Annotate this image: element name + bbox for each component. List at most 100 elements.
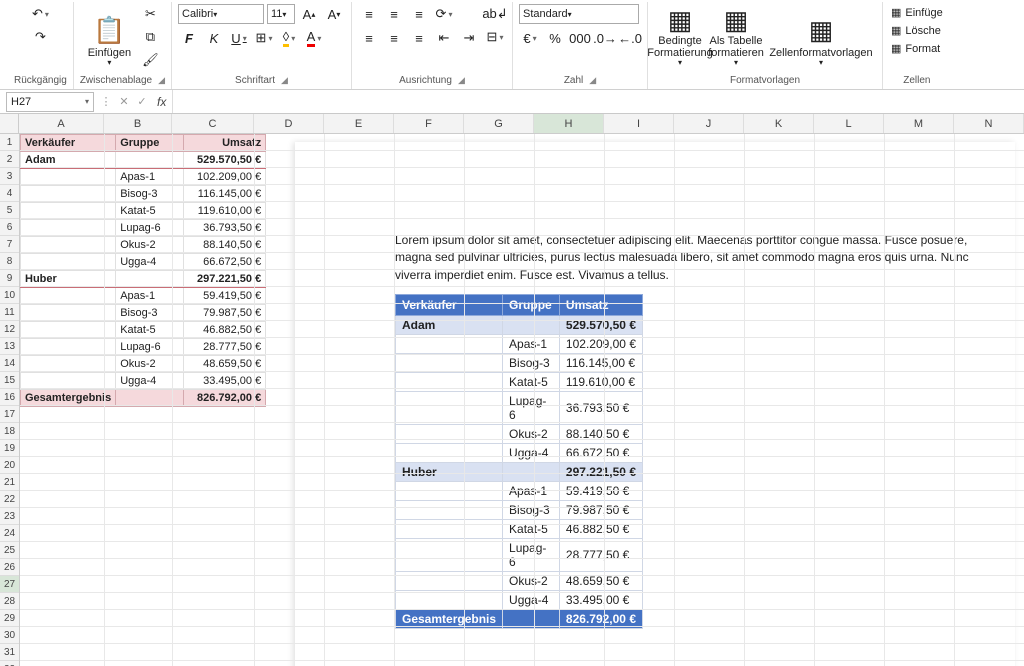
- merge-button[interactable]: ⊟: [484, 27, 506, 47]
- row-header-5[interactable]: 5: [0, 202, 19, 219]
- currency-button[interactable]: €: [519, 28, 541, 48]
- formula-more-button[interactable]: ⋮: [97, 95, 115, 108]
- delete-cells-button[interactable]: ▦Lösche: [889, 22, 945, 39]
- align-dialog-launcher-icon[interactable]: ◢: [458, 75, 465, 86]
- column-header-A[interactable]: A: [19, 114, 104, 133]
- row-header-28[interactable]: 28: [0, 593, 19, 610]
- cells-canvas[interactable]: VerkäuferGruppeUmsatzAdam529.570,50 €Apa…: [20, 134, 1024, 666]
- row-header-21[interactable]: 21: [0, 474, 19, 491]
- font-color-button[interactable]: A: [303, 28, 325, 48]
- undo-button[interactable]: ↶: [29, 4, 51, 24]
- row-header-30[interactable]: 30: [0, 627, 19, 644]
- format-as-table-button[interactable]: ▦ Als Tabelle formatieren▾: [710, 4, 762, 70]
- insert-cells-button[interactable]: ▦Einfüge: [889, 4, 945, 21]
- align-bottom-button[interactable]: ≡: [408, 4, 430, 24]
- percent-button[interactable]: %: [544, 28, 566, 48]
- row-header-25[interactable]: 25: [0, 542, 19, 559]
- row-header-10[interactable]: 10: [0, 287, 19, 304]
- column-header-D[interactable]: D: [254, 114, 324, 133]
- format-cells-button[interactable]: ▦Format: [889, 40, 945, 57]
- fx-icon[interactable]: fx: [151, 95, 172, 109]
- row-header-6[interactable]: 6: [0, 219, 19, 236]
- column-header-C[interactable]: C: [172, 114, 254, 133]
- row-header-18[interactable]: 18: [0, 423, 19, 440]
- column-header-B[interactable]: B: [104, 114, 172, 133]
- row-header-17[interactable]: 17: [0, 406, 19, 423]
- font-size-select[interactable]: 11▾: [267, 4, 295, 24]
- align-right-button[interactable]: ≡: [408, 28, 430, 48]
- column-header-F[interactable]: F: [394, 114, 464, 133]
- column-header-E[interactable]: E: [324, 114, 394, 133]
- row-header-8[interactable]: 8: [0, 253, 19, 270]
- underline-button[interactable]: U: [228, 28, 250, 48]
- redo-button[interactable]: ↷: [29, 27, 51, 47]
- cut-button[interactable]: ✂: [139, 4, 161, 24]
- number-format-select[interactable]: Standard▾: [519, 4, 639, 24]
- row-header-2[interactable]: 2: [0, 151, 19, 168]
- cancel-formula-button[interactable]: ✕: [115, 95, 133, 108]
- number-dialog-launcher-icon[interactable]: ◢: [589, 75, 596, 86]
- name-box[interactable]: H27▾: [6, 92, 94, 112]
- select-all-corner[interactable]: [0, 114, 19, 133]
- italic-button[interactable]: K: [203, 28, 225, 48]
- thousands-button[interactable]: 000: [569, 28, 591, 48]
- row-header-23[interactable]: 23: [0, 508, 19, 525]
- grid-area: ABCDEFGHIJKLMN 1234567891011121314151617…: [0, 114, 1024, 666]
- row-header-13[interactable]: 13: [0, 338, 19, 355]
- row-header-7[interactable]: 7: [0, 236, 19, 253]
- confirm-formula-button[interactable]: ✓: [133, 95, 151, 108]
- row-header-9[interactable]: 9: [0, 270, 19, 287]
- row-header-14[interactable]: 14: [0, 355, 19, 372]
- column-header-I[interactable]: I: [604, 114, 674, 133]
- formula-input[interactable]: [172, 90, 1024, 113]
- copy-button[interactable]: ⧉: [139, 27, 161, 47]
- row-header-1[interactable]: 1: [0, 134, 19, 151]
- row-header-27[interactable]: 27: [0, 576, 19, 593]
- row-header-20[interactable]: 20: [0, 457, 19, 474]
- clipboard-dialog-launcher-icon[interactable]: ◢: [158, 75, 165, 86]
- increase-indent-button[interactable]: ⇥: [458, 28, 480, 48]
- row-header-11[interactable]: 11: [0, 304, 19, 321]
- align-left-button[interactable]: ≡: [358, 28, 380, 48]
- row-header-12[interactable]: 12: [0, 321, 19, 338]
- align-top-button[interactable]: ≡: [358, 4, 380, 24]
- column-header-K[interactable]: K: [744, 114, 814, 133]
- align-center-button[interactable]: ≡: [383, 28, 405, 48]
- wrap-text-button[interactable]: ab↲: [484, 4, 506, 24]
- row-header-19[interactable]: 19: [0, 440, 19, 457]
- orientation-button[interactable]: ⟳: [433, 4, 455, 24]
- decrease-indent-button[interactable]: ⇤: [433, 28, 455, 48]
- column-header-J[interactable]: J: [674, 114, 744, 133]
- row-header-15[interactable]: 15: [0, 372, 19, 389]
- row-header-26[interactable]: 26: [0, 559, 19, 576]
- row-header-3[interactable]: 3: [0, 168, 19, 185]
- column-headers: ABCDEFGHIJKLMN: [0, 114, 1024, 134]
- decrease-font-button[interactable]: A▾: [323, 4, 345, 24]
- column-header-N[interactable]: N: [954, 114, 1024, 133]
- fill-color-button[interactable]: ◊: [278, 28, 300, 48]
- bold-button[interactable]: F: [178, 28, 200, 48]
- align-middle-button[interactable]: ≡: [383, 4, 405, 24]
- font-name-select[interactable]: Calibri▾: [178, 4, 264, 24]
- row-header-32[interactable]: 32: [0, 661, 19, 666]
- row-header-22[interactable]: 22: [0, 491, 19, 508]
- column-header-G[interactable]: G: [464, 114, 534, 133]
- column-header-L[interactable]: L: [814, 114, 884, 133]
- increase-font-button[interactable]: A▴: [298, 4, 320, 24]
- column-header-M[interactable]: M: [884, 114, 954, 133]
- column-header-H[interactable]: H: [534, 114, 604, 133]
- row-header-31[interactable]: 31: [0, 644, 19, 661]
- decrease-decimal-button[interactable]: ←.0: [619, 28, 641, 48]
- format-painter-button[interactable]: 🖌: [139, 50, 161, 70]
- font-dialog-launcher-icon[interactable]: ◢: [281, 75, 288, 86]
- row-header-24[interactable]: 24: [0, 525, 19, 542]
- ribbon: ↶ ↷ Rückgängig 📋 Einfügen ▾ ✂ ⧉ 🖌 Zwisch…: [0, 0, 1024, 90]
- row-header-16[interactable]: 16: [0, 389, 19, 406]
- row-header-4[interactable]: 4: [0, 185, 19, 202]
- border-button[interactable]: ⊞: [253, 28, 275, 48]
- row-header-29[interactable]: 29: [0, 610, 19, 627]
- conditional-formatting-button[interactable]: ▦ Bedingte Formatierung▾: [654, 4, 706, 70]
- cell-styles-button[interactable]: ▦ Zellenformatvorlagen▾: [766, 4, 876, 70]
- paste-button[interactable]: 📋 Einfügen ▾: [83, 4, 135, 70]
- increase-decimal-button[interactable]: .0→: [594, 28, 616, 48]
